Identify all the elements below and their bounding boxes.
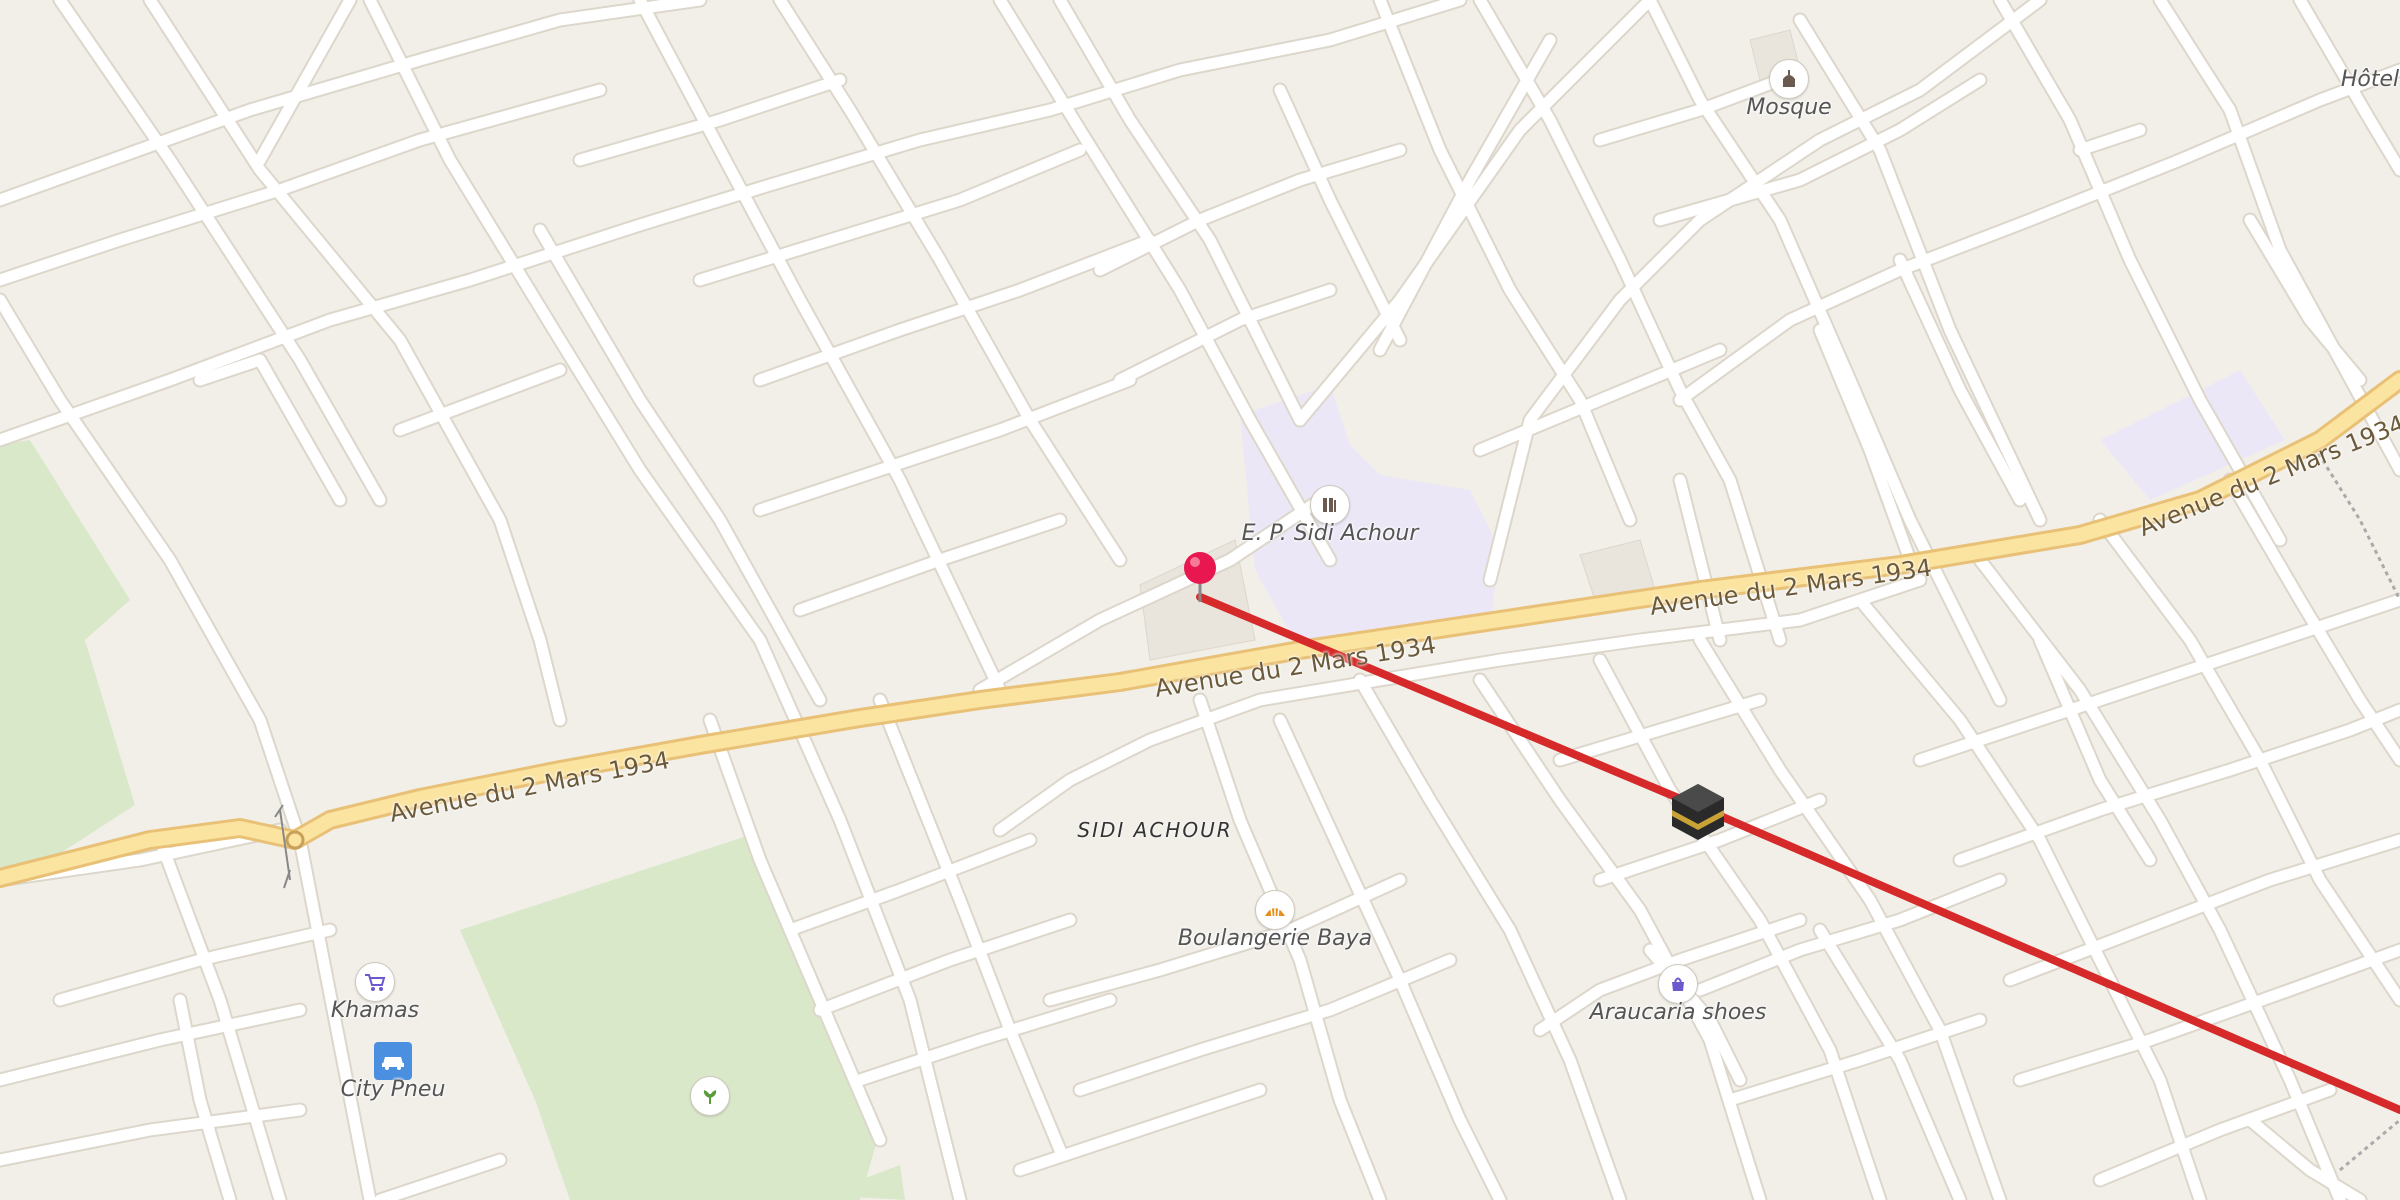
poi-label-school: E. P. Sidi Achour <box>1241 521 1419 546</box>
poi-label-mosque: Mosque <box>1746 95 1832 120</box>
poi-label-bakery: Boulangerie Baya <box>1177 926 1373 951</box>
poi-label-shoes: Araucaria shoes <box>1589 1000 1767 1025</box>
car-repair-icon[interactable] <box>374 1042 412 1080</box>
mosque-icon[interactable] <box>1769 59 1809 99</box>
roundabout <box>285 830 305 850</box>
shoe-shop-icon[interactable] <box>1658 964 1698 1004</box>
poi-label-car-repair: City Pneu <box>340 1077 446 1102</box>
district-label: SIDI ACHOUR <box>1077 818 1233 842</box>
supermarket-icon[interactable] <box>355 962 395 1002</box>
poi-label-supermarket: Khamas <box>330 998 420 1023</box>
bakery-icon[interactable] <box>1255 890 1295 930</box>
poi-label-hotel: Hôtel <box>2340 67 2400 92</box>
school-icon[interactable] <box>1310 485 1350 525</box>
garden-center-icon[interactable] <box>690 1076 730 1116</box>
